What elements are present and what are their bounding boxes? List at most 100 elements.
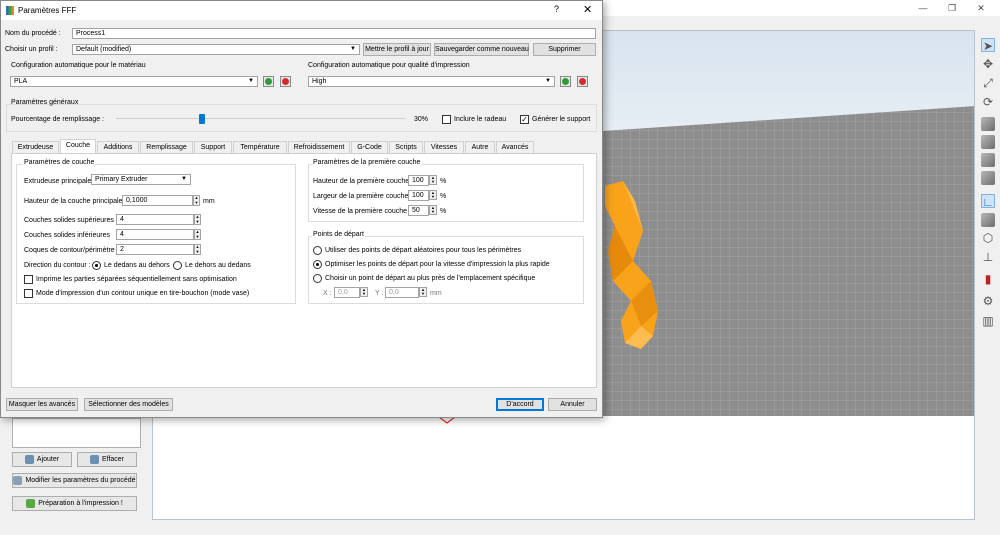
move-icon[interactable]: ✥ xyxy=(981,57,995,71)
inside-out-radio[interactable] xyxy=(92,261,101,270)
procedure-name-input[interactable]: Process1 xyxy=(72,28,596,39)
perimeter-input[interactable]: 2 xyxy=(116,244,194,255)
top-solid-layers-input[interactable]: 4 xyxy=(116,214,194,225)
dialog-titlebar: Paramètres FFF ? ✕ xyxy=(1,1,602,20)
add-quality-button[interactable] xyxy=(560,76,571,87)
layers-icon[interactable]: ▥ xyxy=(981,314,995,328)
chevron-down-icon: ▼ xyxy=(181,176,187,182)
general-params-title: Paramètres généraux xyxy=(11,99,79,106)
plus-icon xyxy=(562,78,569,85)
generate-support-label: Générer le support xyxy=(532,116,591,123)
minimize-icon[interactable]: — xyxy=(916,2,930,14)
fff-settings-dialog: Paramètres FFF ? ✕ Nom du procédé : Proc… xyxy=(0,0,603,418)
add-material-button[interactable] xyxy=(263,76,274,87)
first-layer-width-stepper[interactable]: ▲ ▼ xyxy=(429,190,437,200)
layer-height-stepper[interactable]: ▲ ▼ xyxy=(193,195,200,206)
bottom-solid-layers-stepper[interactable]: ▲ ▼ xyxy=(194,229,201,240)
clear-icon xyxy=(89,454,99,464)
clear-button[interactable]: Effacer xyxy=(77,452,137,467)
add-button-label: Ajouter xyxy=(36,456,60,463)
coordinate-icon[interactable]: ⊥ xyxy=(981,250,995,264)
chevron-down-icon: ▼ xyxy=(350,46,356,52)
scale-icon[interactable]: ⤢ xyxy=(981,76,995,90)
quality-config-label: Configuration automatique pour qualité d… xyxy=(308,62,470,69)
prepare-print-button[interactable]: Préparation à l'impression ! xyxy=(12,496,137,511)
infill-slider-track[interactable] xyxy=(116,118,406,119)
layer-height-input[interactable]: 0,1000 xyxy=(122,195,193,206)
top-solid-layers-stepper[interactable]: ▲ ▼ xyxy=(194,214,201,225)
add-button[interactable]: Ajouter xyxy=(12,452,72,467)
first-layer-speed-input[interactable]: 50 xyxy=(408,205,429,216)
profile-select[interactable]: Default (modified) ▼ xyxy=(72,44,360,55)
optimize-start-radio[interactable] xyxy=(313,260,322,269)
minus-icon xyxy=(579,78,586,85)
first-layer-title: Paramètres de la première couche xyxy=(312,159,422,166)
chevron-down-icon: ▼ xyxy=(248,78,254,84)
delete-profile-button[interactable]: Supprimer xyxy=(533,43,596,56)
first-layer-height-label: Hauteur de la première couche xyxy=(313,178,410,185)
main-extruder-value: Primary Extruder xyxy=(95,176,148,183)
save-as-new-button[interactable]: Sauvegarder comme nouveau xyxy=(434,43,529,56)
update-profile-button[interactable]: Mettre le profil à jour xyxy=(363,43,431,56)
edit-process-icon xyxy=(13,475,23,485)
wireframe-cube-icon[interactable]: ⬡ xyxy=(981,231,995,245)
add-icon xyxy=(24,454,34,464)
restore-icon[interactable]: ❐ xyxy=(945,2,959,14)
first-layer-height-stepper[interactable]: ▲ ▼ xyxy=(429,175,437,185)
model-list[interactable] xyxy=(12,418,141,448)
remove-quality-button[interactable] xyxy=(577,76,588,87)
select-arrow-icon[interactable]: ➤ xyxy=(981,38,995,53)
include-raft-label: Inclure le radeau xyxy=(454,116,507,123)
layer-height-unit: mm xyxy=(203,198,215,205)
view-iso-icon[interactable] xyxy=(981,117,995,131)
section-view-icon[interactable]: ▮ xyxy=(981,272,995,286)
prepare-print-icon xyxy=(26,498,36,508)
specific-start-radio[interactable] xyxy=(313,274,322,283)
view-left-icon[interactable] xyxy=(981,171,995,185)
first-layer-width-input[interactable]: 100 xyxy=(408,190,429,201)
x-coord-input[interactable]: 0,0 xyxy=(334,287,360,298)
random-start-radio[interactable] xyxy=(313,246,322,255)
outside-in-radio[interactable] xyxy=(173,261,182,270)
main-extruder-select[interactable]: Primary Extruder ▼ xyxy=(91,174,191,185)
plus-icon xyxy=(265,78,272,85)
first-layer-speed-label: Vitesse de la première couche xyxy=(313,208,408,215)
close-window-icon[interactable]: ✕ xyxy=(974,2,988,14)
hide-advanced-button[interactable]: Masquer les avancés xyxy=(6,398,78,411)
quality-select[interactable]: High ▼ xyxy=(308,76,555,87)
prepare-print-label: Préparation à l'impression ! xyxy=(38,500,123,507)
select-models-button[interactable]: Sélectionner des modèles xyxy=(84,398,173,411)
main-extruder-label: Extrudeuse principale xyxy=(24,178,92,185)
cancel-button[interactable]: Annuler xyxy=(548,398,597,411)
first-layer-height-input[interactable]: 100 xyxy=(408,175,429,186)
first-layer-speed-stepper[interactable]: ▲ ▼ xyxy=(429,205,437,215)
remove-material-button[interactable] xyxy=(280,76,291,87)
view-right-icon[interactable] xyxy=(981,213,995,227)
perimeter-stepper[interactable]: ▲ ▼ xyxy=(194,244,201,255)
close-icon[interactable]: ✕ xyxy=(583,3,592,16)
rotate-icon[interactable]: ⟳ xyxy=(981,95,995,109)
inside-out-label: Le dedans au dehors xyxy=(104,262,170,269)
y-coord-input[interactable]: 0,0 xyxy=(385,287,419,298)
include-raft-checkbox[interactable] xyxy=(442,115,451,124)
print-islands-checkbox[interactable] xyxy=(24,275,33,284)
bottom-solid-layers-input[interactable]: 4 xyxy=(116,229,194,240)
tab-couche[interactable]: Couche xyxy=(60,139,96,154)
vase-mode-checkbox[interactable] xyxy=(24,289,33,298)
first-layer-height-unit: % xyxy=(440,178,447,185)
y-coord-stepper[interactable]: ▲ ▼ xyxy=(419,287,427,297)
material-select[interactable]: PLA ▼ xyxy=(10,76,258,87)
start-points-title: Points de départ xyxy=(312,231,365,238)
vase-mode-label: Mode d'impression d'un contour unique en… xyxy=(36,290,250,297)
x-coord-stepper[interactable]: ▲ ▼ xyxy=(360,287,368,297)
help-icon[interactable]: ? xyxy=(554,4,559,14)
infill-slider-thumb[interactable] xyxy=(199,114,205,124)
settings-gear-icon[interactable]: ⚙ xyxy=(981,294,995,308)
generate-support-checkbox[interactable]: ✓ xyxy=(520,115,529,124)
axis-icon[interactable]: ∟ xyxy=(981,194,995,209)
view-front-icon[interactable] xyxy=(981,135,995,149)
ok-button[interactable]: D'accord xyxy=(496,398,544,411)
infill-value: 30% xyxy=(414,116,429,123)
edit-process-button[interactable]: Modifier les paramètres du procédé xyxy=(12,473,137,488)
view-back-icon[interactable] xyxy=(981,153,995,167)
